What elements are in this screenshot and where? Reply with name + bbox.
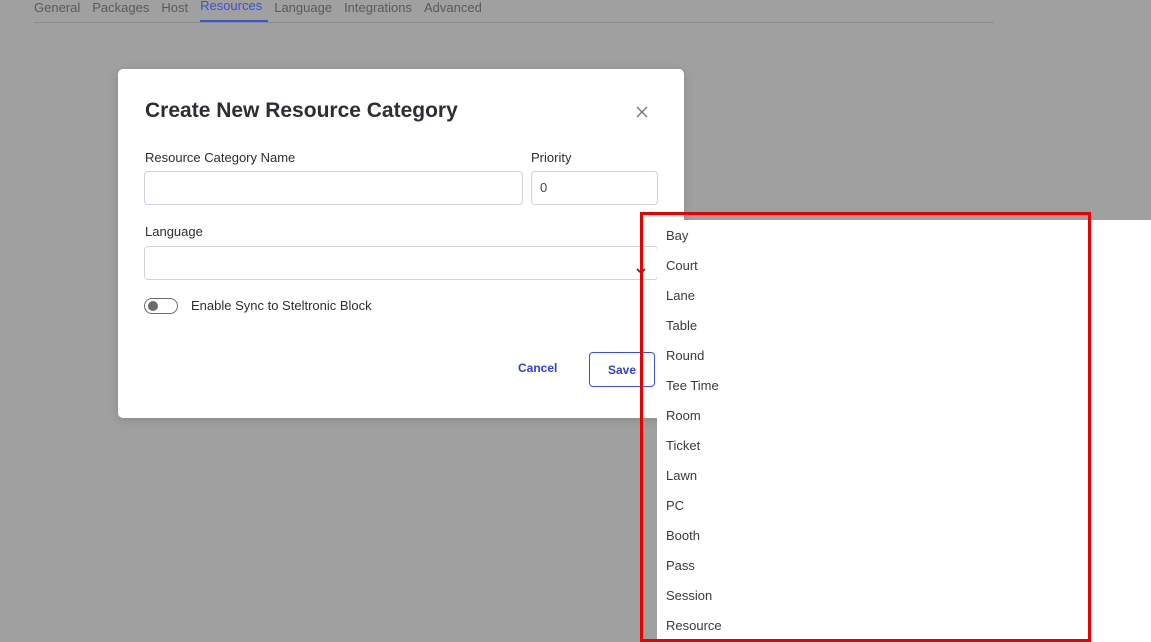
save-button[interactable]: Save [589, 352, 655, 387]
sync-toggle[interactable] [144, 298, 178, 314]
priority-input[interactable]: 0 [531, 171, 658, 205]
sync-toggle-label: Enable Sync to Steltronic Block [191, 298, 372, 313]
dropdown-item-pass[interactable]: Pass [666, 558, 695, 573]
dropdown-item-ticket[interactable]: Ticket [666, 438, 700, 453]
dropdown-item-resource[interactable]: Resource [666, 618, 722, 633]
dropdown-item-lane[interactable]: Lane [666, 288, 695, 303]
dropdown-item-court[interactable]: Court [666, 258, 698, 273]
language-dropdown-list: Bay Court Lane Table Round Tee Time Room… [657, 220, 1151, 642]
dropdown-item-booth[interactable]: Booth [666, 528, 700, 543]
toggle-knob [148, 301, 158, 311]
tab-language[interactable]: Language [274, 0, 338, 22]
tab-general[interactable]: General [34, 0, 86, 22]
language-select[interactable] [144, 246, 658, 280]
dropdown-item-lawn[interactable]: Lawn [666, 468, 697, 483]
priority-label: Priority [531, 150, 572, 165]
cancel-button[interactable]: Cancel [518, 361, 557, 375]
dropdown-item-room[interactable]: Room [666, 408, 701, 423]
dropdown-item-round[interactable]: Round [666, 348, 704, 363]
dropdown-item-session[interactable]: Session [666, 588, 712, 603]
tab-integrations[interactable]: Integrations [344, 0, 418, 22]
chevron-down-icon [635, 257, 647, 275]
tab-advanced[interactable]: Advanced [424, 0, 488, 22]
dropdown-item-tee-time[interactable]: Tee Time [666, 378, 719, 393]
tab-packages[interactable]: Packages [92, 0, 155, 22]
language-label: Language [145, 224, 203, 239]
tab-resources[interactable]: Resources [200, 0, 269, 22]
close-icon[interactable] [634, 104, 650, 120]
create-resource-category-modal: Create New Resource Category Resource Ca… [118, 69, 684, 418]
name-label: Resource Category Name [145, 150, 296, 165]
settings-tabs: General Packages Host Resources Language… [34, 0, 994, 23]
dropdown-item-table[interactable]: Table [666, 318, 697, 333]
tab-host[interactable]: Host [161, 0, 194, 22]
dropdown-item-bay[interactable]: Bay [666, 228, 688, 243]
dropdown-item-pc[interactable]: PC [666, 498, 684, 513]
modal-title: Create New Resource Category [145, 99, 458, 122]
resource-category-name-input[interactable] [144, 171, 523, 205]
